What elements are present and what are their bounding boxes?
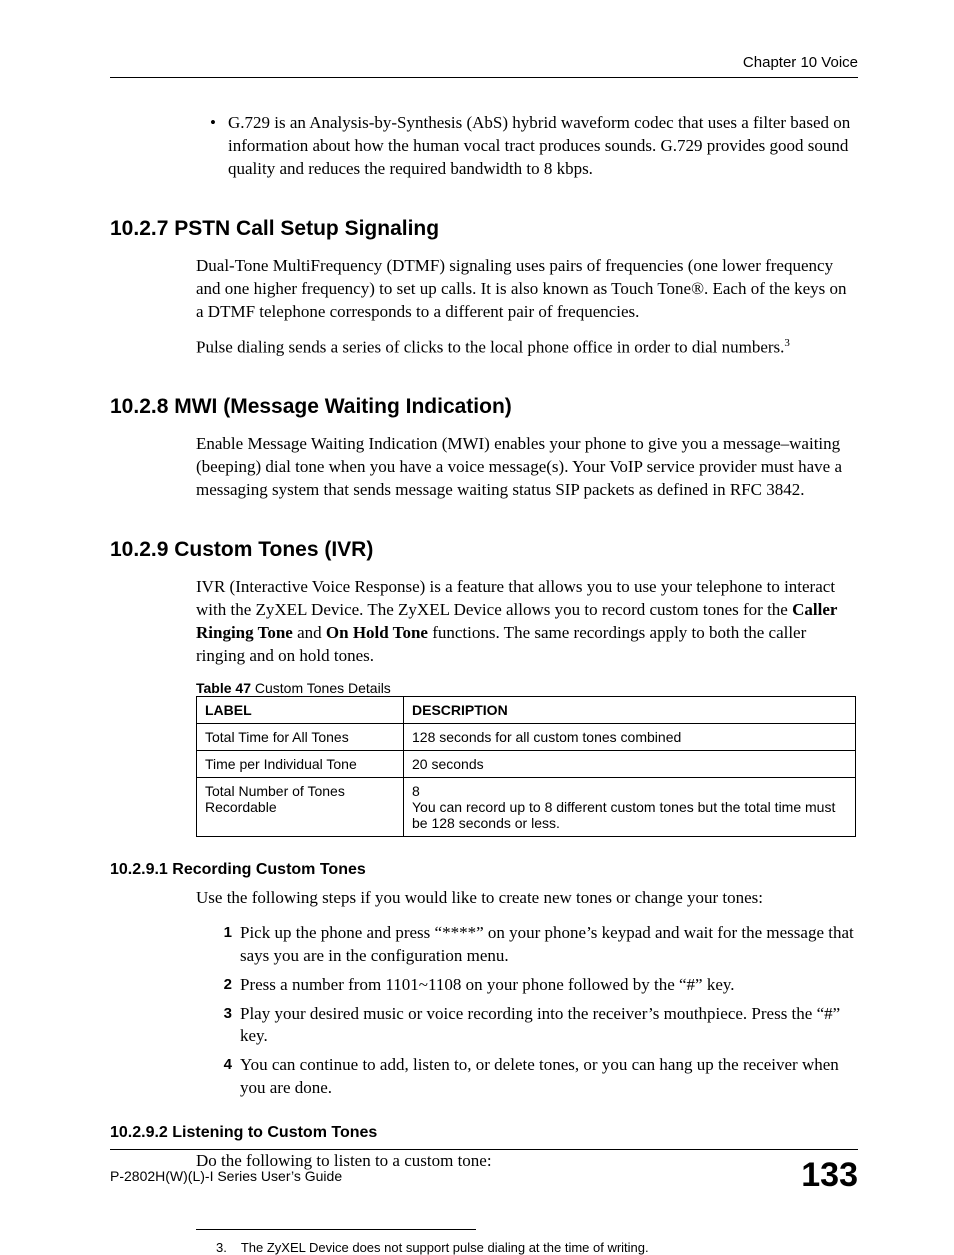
footnote-ref-3: 3 — [784, 337, 790, 349]
th-label: LABEL — [197, 696, 404, 723]
para-10-2-7-2-text: Pulse dialing sends a series of clicks t… — [196, 337, 784, 356]
steps-recording: Pick up the phone and press “****” on yo… — [218, 922, 858, 1101]
footer-row: P-2802H(W)(L)-I Series User’s Guide 133 — [110, 1156, 858, 1195]
document-page: Chapter 10 Voice • G.729 is an Analysis-… — [0, 0, 954, 1235]
page-footer: P-2802H(W)(L)-I Series User’s Guide 133 — [110, 1149, 858, 1195]
table-caption-rest: Custom Tones Details — [251, 680, 391, 696]
para-10-2-9-1-intro: Use the following steps if you would lik… — [196, 887, 858, 910]
table-47: LABEL DESCRIPTION Total Time for All Ton… — [196, 696, 856, 837]
para-10-2-7-2: Pulse dialing sends a series of clicks t… — [196, 336, 858, 360]
page-number: 133 — [801, 1156, 858, 1195]
guide-name: P-2802H(W)(L)-I Series User’s Guide — [110, 1168, 342, 1184]
heading-10-2-7: 10.2.7 PSTN Call Setup Signaling — [110, 217, 858, 241]
cell-label: Time per Individual Tone — [197, 750, 404, 777]
txt-a: IVR (Interactive Voice Response) is a fe… — [196, 577, 835, 619]
footer-rule — [110, 1149, 858, 1150]
txt-d: On Hold Tone — [326, 623, 428, 642]
table-row: Total Number of Tones Recordable 8 You c… — [197, 777, 856, 836]
heading-10-2-9: 10.2.9 Custom Tones (IVR) — [110, 538, 858, 562]
step-item: Press a number from 1101~1108 on your ph… — [218, 974, 858, 997]
cell-label: Total Time for All Tones — [197, 723, 404, 750]
chapter-header: Chapter 10 Voice — [110, 54, 858, 71]
table-caption-bold: Table 47 — [196, 680, 251, 696]
heading-10-2-8: 10.2.8 MWI (Message Waiting Indication) — [110, 395, 858, 419]
cell-desc: 8 You can record up to 8 different custo… — [404, 777, 856, 836]
table-47-caption: Table 47 Custom Tones Details — [196, 680, 858, 696]
th-description: DESCRIPTION — [404, 696, 856, 723]
step-item: Play your desired music or voice recordi… — [218, 1003, 858, 1049]
table-row: Total Time for All Tones 128 seconds for… — [197, 723, 856, 750]
footnote-rule — [196, 1229, 476, 1230]
footnote-3: 3. The ZyXEL Device does not support pul… — [216, 1240, 858, 1255]
footnote-text: The ZyXEL Device does not support pulse … — [241, 1240, 649, 1255]
step-item: Pick up the phone and press “****” on yo… — [218, 922, 858, 968]
bullet-text: G.729 is an Analysis-by-Synthesis (AbS) … — [228, 112, 858, 181]
heading-10-2-9-1: 10.2.9.1 Recording Custom Tones — [110, 861, 858, 879]
table-row: Time per Individual Tone 20 seconds — [197, 750, 856, 777]
header-rule — [110, 77, 858, 78]
cell-label: Total Number of Tones Recordable — [197, 777, 404, 836]
bullet-dot: • — [210, 112, 228, 181]
bullet-g729: • G.729 is an Analysis-by-Synthesis (AbS… — [210, 112, 858, 181]
table-header-row: LABEL DESCRIPTION — [197, 696, 856, 723]
step-item: You can continue to add, listen to, or d… — [218, 1054, 858, 1100]
para-10-2-7-1: Dual-Tone MultiFrequency (DTMF) signalin… — [196, 255, 858, 324]
para-10-2-9-1: IVR (Interactive Voice Response) is a fe… — [196, 576, 858, 668]
txt-c: and — [293, 623, 326, 642]
para-10-2-8-1: Enable Message Waiting Indication (MWI) … — [196, 433, 858, 502]
footnote-num: 3. — [216, 1240, 227, 1255]
heading-10-2-9-2: 10.2.9.2 Listening to Custom Tones — [110, 1124, 858, 1142]
cell-desc: 20 seconds — [404, 750, 856, 777]
cell-desc: 128 seconds for all custom tones combine… — [404, 723, 856, 750]
